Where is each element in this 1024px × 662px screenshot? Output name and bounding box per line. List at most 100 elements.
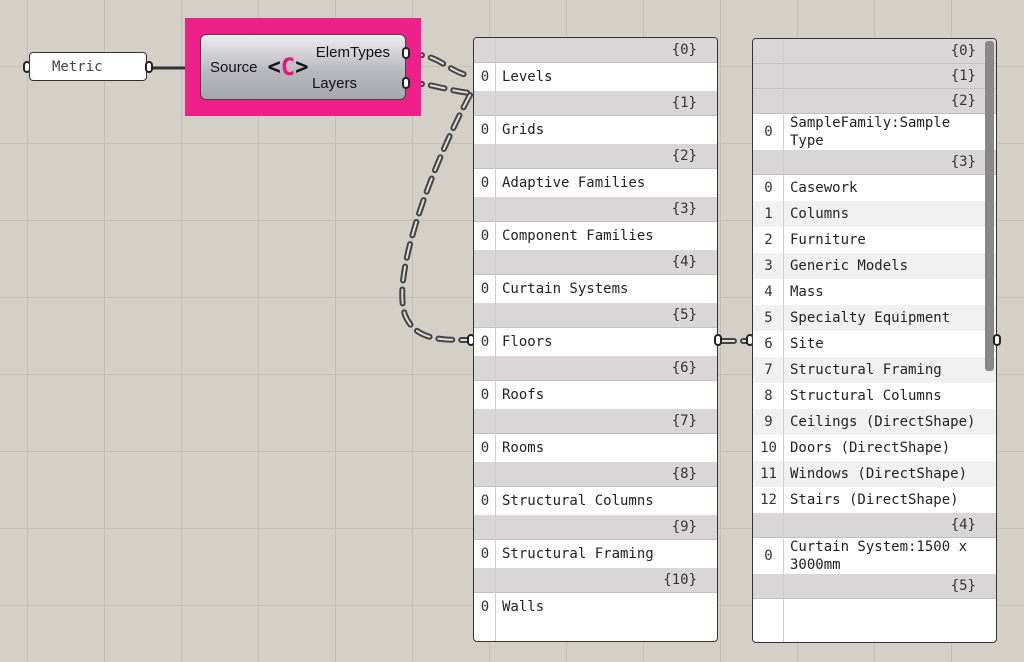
item-index: 0 bbox=[480, 281, 490, 297]
list-item: 0 SampleFamily:Sample Type bbox=[753, 114, 996, 150]
list-item: 6 Site bbox=[753, 331, 996, 357]
branch-header: {5} bbox=[753, 574, 996, 599]
branch-header: {8} bbox=[474, 462, 717, 487]
list-item: 0 Grids bbox=[474, 116, 717, 144]
list-item: 0 Curtain Systems bbox=[474, 275, 717, 303]
right-list-scrollbar[interactable] bbox=[985, 41, 994, 371]
list-item: 1 Columns bbox=[753, 201, 996, 227]
list-item: 2 Furniture bbox=[753, 227, 996, 253]
list-item: 0 Adaptive Families bbox=[474, 169, 717, 197]
list-item: 0 Component Families bbox=[474, 222, 717, 250]
branch-header: {3} bbox=[753, 150, 996, 175]
list-item: 0 Rooms bbox=[474, 434, 717, 462]
item-value: Site bbox=[790, 336, 824, 352]
item-value: Mass bbox=[790, 284, 824, 300]
item-value: Structural Columns bbox=[502, 493, 654, 509]
list-item: 8 Structural Columns bbox=[753, 383, 996, 409]
list-item: 10 Doors (DirectShape) bbox=[753, 435, 996, 461]
list-item: 3 Generic Models bbox=[753, 253, 996, 279]
item-index: 8 bbox=[764, 388, 773, 404]
layers-output-label[interactable]: Layers bbox=[312, 75, 357, 92]
item-index: 7 bbox=[764, 362, 773, 378]
branch-header: {1} bbox=[474, 91, 717, 116]
item-index: 0 bbox=[480, 440, 490, 456]
item-value: Rooms bbox=[502, 440, 545, 456]
item-value: Stairs (DirectShape) bbox=[790, 492, 959, 508]
item-value: Roofs bbox=[502, 387, 545, 403]
component-icon: < C > bbox=[267, 53, 309, 81]
item-value: Floors bbox=[502, 334, 553, 350]
item-value: Ceilings (DirectShape) bbox=[790, 414, 976, 430]
source-input-label[interactable]: Source bbox=[210, 59, 258, 76]
item-index: 0 bbox=[480, 228, 490, 244]
item-value: Curtain System:1500 x 3000mm bbox=[790, 539, 968, 573]
list-item: 0 Walls bbox=[474, 593, 717, 621]
item-index: 0 bbox=[480, 175, 490, 191]
item-index: 3 bbox=[764, 258, 773, 274]
item-index: 0 bbox=[480, 122, 490, 138]
item-value: Furniture bbox=[790, 232, 866, 248]
list-item: 0 Structural Columns bbox=[474, 487, 717, 515]
item-index: 0 bbox=[480, 69, 490, 85]
item-index: 12 bbox=[760, 492, 777, 508]
item-value: SampleFamily:Sample Type bbox=[790, 115, 951, 149]
item-value: Structural Framing bbox=[502, 546, 654, 562]
list-item: 7 Structural Framing bbox=[753, 357, 996, 383]
metric-output-grip[interactable] bbox=[145, 61, 153, 73]
list-item: 0 Casework bbox=[753, 175, 996, 201]
list-item: 0 Floors bbox=[474, 328, 717, 356]
branch-header: {9} bbox=[474, 515, 717, 540]
item-value: Curtain Systems bbox=[502, 281, 629, 297]
branch-header: {4} bbox=[474, 250, 717, 275]
item-value: Generic Models bbox=[790, 258, 909, 274]
list-item: 9 Ceilings (DirectShape) bbox=[753, 409, 996, 435]
branch-header: {0} bbox=[474, 38, 717, 63]
list-item: 11 Windows (DirectShape) bbox=[753, 461, 996, 487]
item-index: 11 bbox=[760, 466, 777, 482]
layers-output-grip[interactable] bbox=[402, 77, 410, 89]
item-value: Structural Columns bbox=[790, 388, 942, 404]
item-index: 0 bbox=[480, 387, 490, 403]
left-list-output-grip[interactable] bbox=[714, 334, 722, 346]
branch-header: {7} bbox=[474, 409, 717, 434]
item-index: 4 bbox=[764, 284, 773, 300]
item-index: 0 bbox=[764, 548, 773, 564]
item-value: Component Families bbox=[502, 228, 654, 244]
list-item: 0 Levels bbox=[474, 63, 717, 91]
item-index: 0 bbox=[480, 493, 490, 509]
branch-header: {4} bbox=[753, 513, 996, 538]
item-value: Grids bbox=[502, 122, 545, 138]
item-value: Adaptive Families bbox=[502, 175, 646, 191]
wire-layers-to-left-list bbox=[399, 92, 473, 343]
item-index: 0 bbox=[764, 180, 773, 196]
param-viewer-left[interactable]: {0} 0 Levels {1} 0 Grids {2} 0 Adaptive Families… bbox=[473, 37, 718, 642]
branch-header: {5} bbox=[474, 303, 717, 328]
item-value: Levels bbox=[502, 69, 553, 85]
elemtypes-output-label[interactable]: ElemTypes bbox=[316, 44, 390, 61]
list-item: 0 Structural Framing bbox=[474, 540, 717, 568]
list-item: 4 Mass bbox=[753, 279, 996, 305]
branch-header: {10} bbox=[474, 568, 717, 593]
item-index: 6 bbox=[764, 336, 773, 352]
item-index: 2 bbox=[764, 232, 773, 248]
item-value: Walls bbox=[502, 599, 545, 615]
item-value: Structural Framing bbox=[790, 362, 942, 378]
branch-header: {3} bbox=[474, 197, 717, 222]
item-index: 0 bbox=[480, 546, 490, 562]
document-source-component[interactable]: Source < C > ElemTypes Layers bbox=[200, 34, 406, 100]
item-index: 0 bbox=[480, 599, 490, 615]
list-item: 0 Curtain System:1500 x 3000mm bbox=[753, 538, 996, 574]
branch-header: {2} bbox=[753, 89, 996, 114]
list-item: 12 Stairs (DirectShape) bbox=[753, 487, 996, 513]
metric-panel[interactable]: Metric bbox=[29, 52, 147, 81]
right-list-output-grip[interactable] bbox=[993, 334, 1001, 346]
item-value: Specialty Equipment bbox=[790, 310, 951, 326]
item-index: 0 bbox=[480, 334, 490, 350]
item-index: 1 bbox=[764, 206, 773, 222]
branch-header: {1} bbox=[753, 64, 996, 89]
item-value: Windows (DirectShape) bbox=[790, 466, 968, 482]
param-viewer-right[interactable]: {0} {1} {2} 0 SampleFamily:Sample Type {3} 0 Ca… bbox=[752, 38, 997, 643]
item-value: Casework bbox=[790, 180, 858, 196]
item-index: 5 bbox=[764, 310, 773, 326]
elemtypes-output-grip[interactable] bbox=[402, 47, 410, 59]
